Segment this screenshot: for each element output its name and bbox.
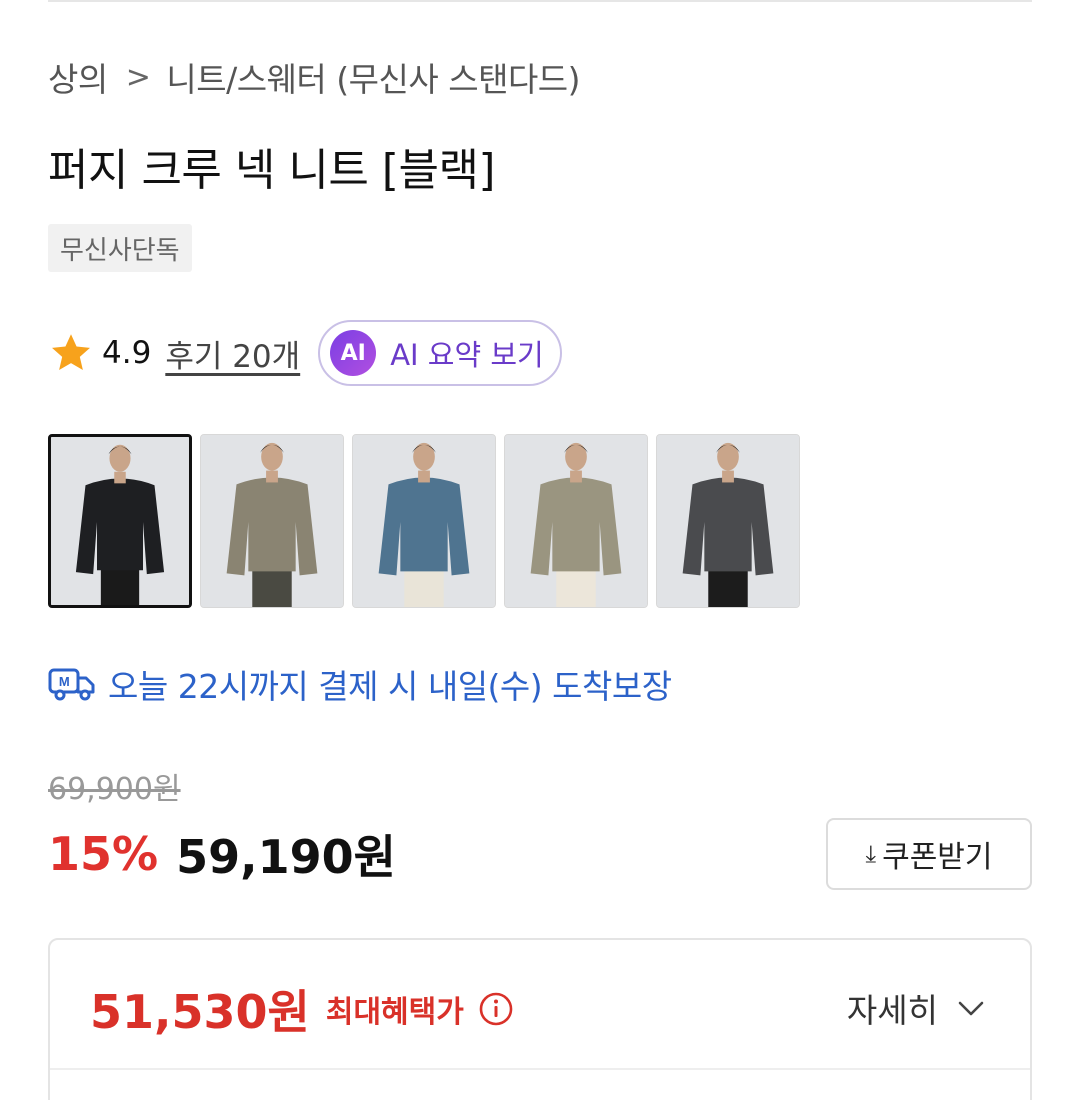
product-thumbnail-image <box>201 435 343 607</box>
top-divider <box>48 0 1032 2</box>
product-thumbnail-image <box>51 437 189 605</box>
svg-text:M: M <box>59 674 69 689</box>
sale-price: 59,190원 <box>176 830 396 884</box>
rating-score: 4.9 <box>102 335 152 371</box>
star-icon <box>52 334 90 371</box>
price-row: 15% 59,190원 <box>48 826 396 884</box>
ai-summary-button[interactable]: AI AI 요약 보기 <box>318 320 562 386</box>
thumbnail-strip <box>48 434 800 608</box>
download-icon: ⤓ <box>865 840 877 868</box>
product-title: 퍼지 크루 넥 니트 [블랙] <box>48 145 496 196</box>
product-thumbnail[interactable] <box>656 434 800 608</box>
coupon-button-label: 쿠폰받기 <box>882 840 993 875</box>
info-icon[interactable] <box>478 991 514 1027</box>
product-thumbnail[interactable] <box>48 434 192 608</box>
exclusive-badge: 무신사단독 <box>48 224 192 272</box>
chevron-down-icon <box>958 1001 984 1016</box>
breadcrumb-category[interactable]: 상의 <box>48 53 108 101</box>
product-thumbnail-image <box>657 435 799 607</box>
delivery-guarantee: M 오늘 22시까지 결제 시 내일(수) 도착보장 <box>48 660 672 708</box>
discount-rate: 15% <box>48 827 159 881</box>
product-thumbnail-image <box>353 435 495 607</box>
breadcrumb-separator-icon: > <box>125 59 151 95</box>
max-benefit-row: 51,530원 최대혜택가 <box>90 976 514 1042</box>
max-benefit-label: 최대혜택가 <box>325 995 464 1030</box>
product-thumbnail[interactable] <box>504 434 648 608</box>
breadcrumb-subcategory[interactable]: 니트/스웨터 (무신사 스탠다드) <box>166 53 580 101</box>
product-thumbnail[interactable] <box>352 434 496 608</box>
ai-icon: AI <box>330 330 377 376</box>
max-benefit-price: 51,530원 <box>90 985 310 1039</box>
rating-row: 4.9 후기 20개 AI AI 요약 보기 <box>48 320 562 386</box>
detail-toggle-label: 자세히 <box>846 991 938 1030</box>
product-thumbnail-image <box>505 435 647 607</box>
original-price: 69,900원 <box>48 772 181 807</box>
review-count-link[interactable]: 후기 20개 <box>165 331 300 376</box>
breadcrumb: 상의 > 니트/스웨터 (무신사 스탠다드) <box>48 53 581 101</box>
detail-toggle-button[interactable]: 자세히 <box>847 984 986 1032</box>
benefit-divider <box>50 1068 1030 1070</box>
max-benefit-box: 51,530원 최대혜택가 자세히 <box>48 938 1032 1100</box>
delivery-truck-icon: M <box>48 668 95 701</box>
ai-summary-label: AI 요약 보기 <box>390 338 544 372</box>
product-thumbnail[interactable] <box>200 434 344 608</box>
coupon-button[interactable]: ⤓ 쿠폰받기 <box>826 818 1032 890</box>
delivery-text: 오늘 22시까지 결제 시 내일(수) 도착보장 <box>108 667 672 706</box>
